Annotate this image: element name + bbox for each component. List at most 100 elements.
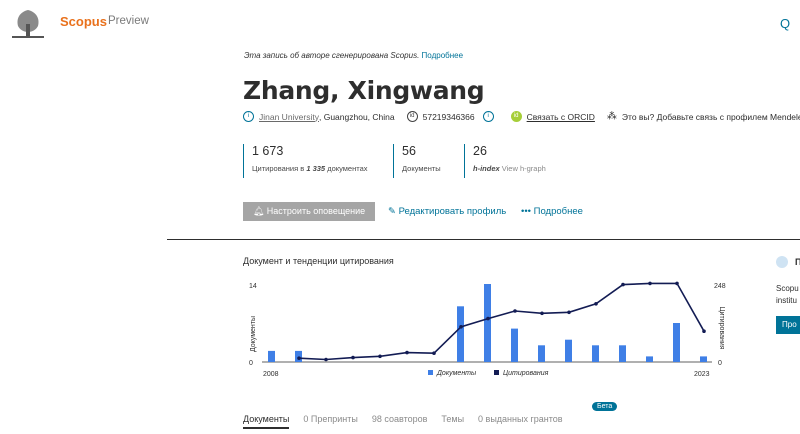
orcid-block[interactable]: id Связать с ORCID — [510, 111, 595, 122]
citations-line — [298, 282, 705, 361]
hindex-count: 26 — [473, 144, 487, 158]
documents-bar[interactable] — [538, 345, 545, 362]
edit-profile-link[interactable]: ✎ Редактировать профиль — [388, 206, 506, 217]
citations-point[interactable] — [621, 282, 625, 287]
mendeley-link[interactable]: Это вы? Добавьте связь с профилем Mendel… — [622, 112, 800, 122]
citations-label: Цитирования в 1 335 документах — [252, 164, 393, 173]
author-id: 57219346366 — [422, 111, 475, 122]
legend-docs-label: Документы — [436, 370, 477, 377]
pencil-icon: ✎ — [388, 206, 396, 217]
y-right-min-tick: 0 — [718, 360, 722, 367]
documents-bar[interactable] — [484, 284, 491, 362]
citations-point[interactable] — [378, 354, 382, 359]
citations-point[interactable] — [702, 329, 706, 333]
legend-docs-swatch — [428, 370, 433, 375]
y-right-label: Цитирования — [718, 306, 725, 349]
people-icon: ⁂ — [606, 111, 617, 122]
citations-point[interactable] — [648, 281, 652, 286]
tab-documents[interactable]: Документы — [243, 414, 290, 429]
trend-chart: 14 0 248 0 Документы Цитирования 2008 20… — [249, 281, 726, 378]
citations-point[interactable] — [324, 357, 328, 362]
citations-point[interactable] — [594, 302, 598, 306]
metrics-row: 1 673 Цитирования в 1 335 документах 56 … — [243, 144, 573, 178]
citations-point[interactable] — [540, 311, 544, 316]
search-icon[interactable]: Q — [780, 16, 790, 31]
chart-title: Документ и тенденции цитирования — [243, 256, 394, 266]
brand-subtitle: Preview — [108, 15, 149, 27]
documents-count: 56 — [402, 144, 416, 158]
y-left-max-tick: 14 — [249, 283, 257, 290]
documents-label: Документы — [402, 164, 441, 173]
citations-metric[interactable]: 1 673 Цитирования в 1 335 документах — [243, 144, 393, 178]
beta-badge: Бета — [592, 402, 618, 411]
set-alert-label: Настроить оповещение — [266, 206, 366, 216]
citations-label-post: документах — [325, 164, 368, 173]
documents-bar[interactable] — [565, 339, 572, 362]
generated-note: Эта запись об авторе сгенерирована Scopu… — [244, 51, 463, 60]
y-left-label: Документы — [250, 316, 257, 352]
side-panel-line2: institu — [776, 296, 797, 305]
y-left-min-tick: 0 — [249, 360, 253, 367]
edit-profile-label: Редактировать профиль — [398, 206, 507, 217]
citations-point[interactable] — [459, 325, 463, 329]
hgraph-link[interactable]: View h-graph — [502, 164, 546, 173]
y-right-max-tick: 248 — [714, 283, 726, 290]
mendeley-block[interactable]: ⁂ Это вы? Добавьте связь с профилем Mend… — [607, 111, 800, 122]
more-label: Подробнее — [533, 206, 583, 217]
bell-icon: 🔔︎ — [252, 206, 265, 216]
documents-bar[interactable] — [619, 345, 626, 362]
documents-bar[interactable] — [511, 328, 518, 362]
elsevier-logo[interactable] — [8, 6, 48, 40]
documents-bar[interactable] — [673, 323, 680, 362]
info-icon[interactable]: i — [482, 111, 494, 122]
brand-name[interactable]: Scopus — [60, 14, 107, 29]
citations-line-group — [297, 281, 706, 362]
citations-point[interactable] — [675, 281, 679, 286]
more-dots-icon: ••• — [521, 206, 531, 217]
tab-coauthors[interactable]: 98 соавторов — [372, 414, 428, 429]
side-panel-line1: Scopu — [776, 284, 799, 293]
more-link[interactable]: ••• Подробнее — [521, 206, 583, 217]
university-link[interactable]: Jinan University — [259, 112, 319, 122]
set-alert-button[interactable]: 🔔︎ Настроить оповещение — [243, 202, 375, 221]
citations-point[interactable] — [405, 350, 409, 355]
documents-bar[interactable] — [457, 306, 464, 362]
documents-metric[interactable]: 56 Документы — [393, 144, 464, 178]
tab-topics[interactable]: Темы — [441, 414, 464, 429]
profile-tabs: Документы 0 Препринты 98 соавторов Темы … — [243, 414, 577, 429]
x-start-tick: 2008 — [263, 371, 279, 378]
citations-point[interactable] — [351, 355, 355, 360]
generated-note-text: Эта запись об авторе сгенерирована Scopu… — [244, 51, 420, 60]
legend-cits-label: Цитирования — [503, 370, 549, 377]
citations-point[interactable] — [432, 351, 436, 355]
citations-point[interactable] — [486, 316, 490, 321]
bars-group — [268, 284, 707, 362]
id-icon: id — [406, 111, 418, 122]
author-name: Zhang, Xingwang — [243, 76, 485, 105]
tab-preprints[interactable]: 0 Препринты — [303, 414, 357, 429]
section-divider — [167, 239, 800, 240]
side-panel-text: Scopu institu — [776, 283, 799, 307]
generated-note-link[interactable]: Подробнее — [422, 51, 464, 60]
side-panel-button[interactable]: Про — [776, 316, 800, 334]
documents-bar[interactable] — [592, 345, 599, 362]
documents-bar[interactable] — [646, 356, 653, 362]
hindex-metric: 26 h-index View h-graph — [464, 144, 573, 178]
tab-grants[interactable]: 0 выданных грантов — [478, 414, 563, 429]
citations-label-pre: Цитирования в — [252, 164, 307, 173]
documents-bar[interactable] — [700, 356, 707, 362]
citations-count: 1 673 — [252, 144, 284, 158]
info-icon: i — [243, 111, 254, 122]
citations-point[interactable] — [567, 310, 571, 315]
citations-point[interactable] — [297, 356, 301, 360]
orcid-link[interactable]: Связать с ORCID — [527, 112, 595, 122]
profile-icon — [776, 256, 788, 268]
citations-point[interactable] — [513, 309, 517, 313]
orcid-icon: id — [510, 111, 522, 122]
legend-cits-swatch — [494, 370, 499, 375]
documents-bar[interactable] — [268, 350, 275, 362]
documents-bar[interactable] — [295, 350, 302, 362]
x-end-tick: 2023 — [694, 371, 710, 378]
side-panel-title: П — [795, 257, 800, 267]
hindex-label: h-index — [473, 164, 500, 173]
